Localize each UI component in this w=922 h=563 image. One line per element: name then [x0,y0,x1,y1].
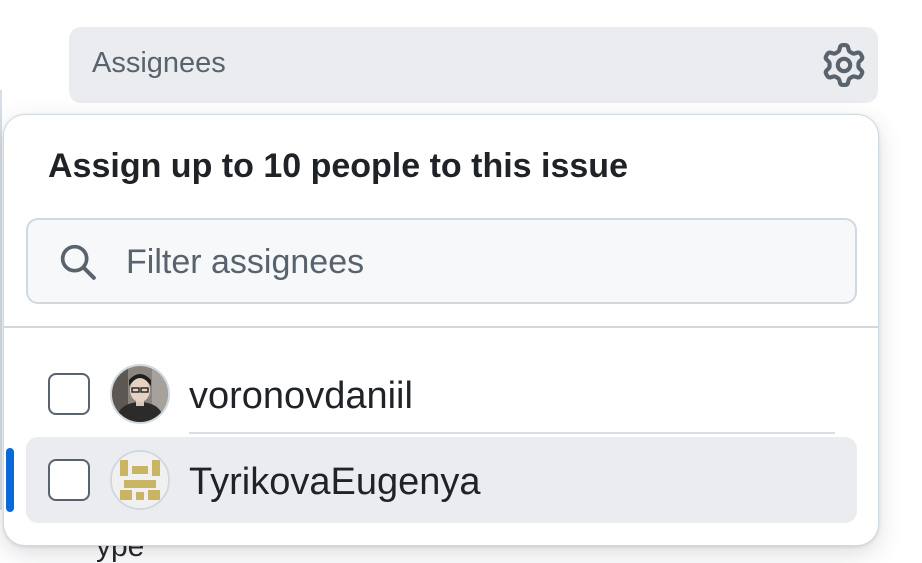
assignee-checkbox[interactable] [48,373,90,415]
background-divider [0,90,2,510]
avatar-tyrikovaeugenya [110,450,170,510]
popover-divider [4,326,878,328]
assignees-section-header: Assignees [69,27,878,103]
search-icon [60,244,96,280]
assignee-option-tyrikovaeugenya[interactable]: TyrikovaEugenya [26,437,857,523]
avatar-photo-image [112,366,168,422]
identicon-image [112,452,168,508]
popover-title: Assign up to 10 people to this issue [48,147,628,185]
assignee-checkbox[interactable] [48,459,90,501]
gear-icon[interactable] [822,43,866,87]
assignee-username: voronovdaniil [189,375,413,417]
assignee-option-voronovdaniil[interactable]: voronovdaniil [26,351,857,437]
assignee-username: TyrikovaEugenya [189,461,481,503]
list-separator [189,432,835,434]
filter-field[interactable] [26,218,857,304]
filter-assignees-input[interactable] [124,234,828,290]
assignees-popover: Assign up to 10 people to this issue vor… [3,114,879,546]
avatar-voronovdaniil [110,364,170,424]
assignees-section-title: Assignees [92,47,226,79]
active-item-indicator [6,448,14,512]
